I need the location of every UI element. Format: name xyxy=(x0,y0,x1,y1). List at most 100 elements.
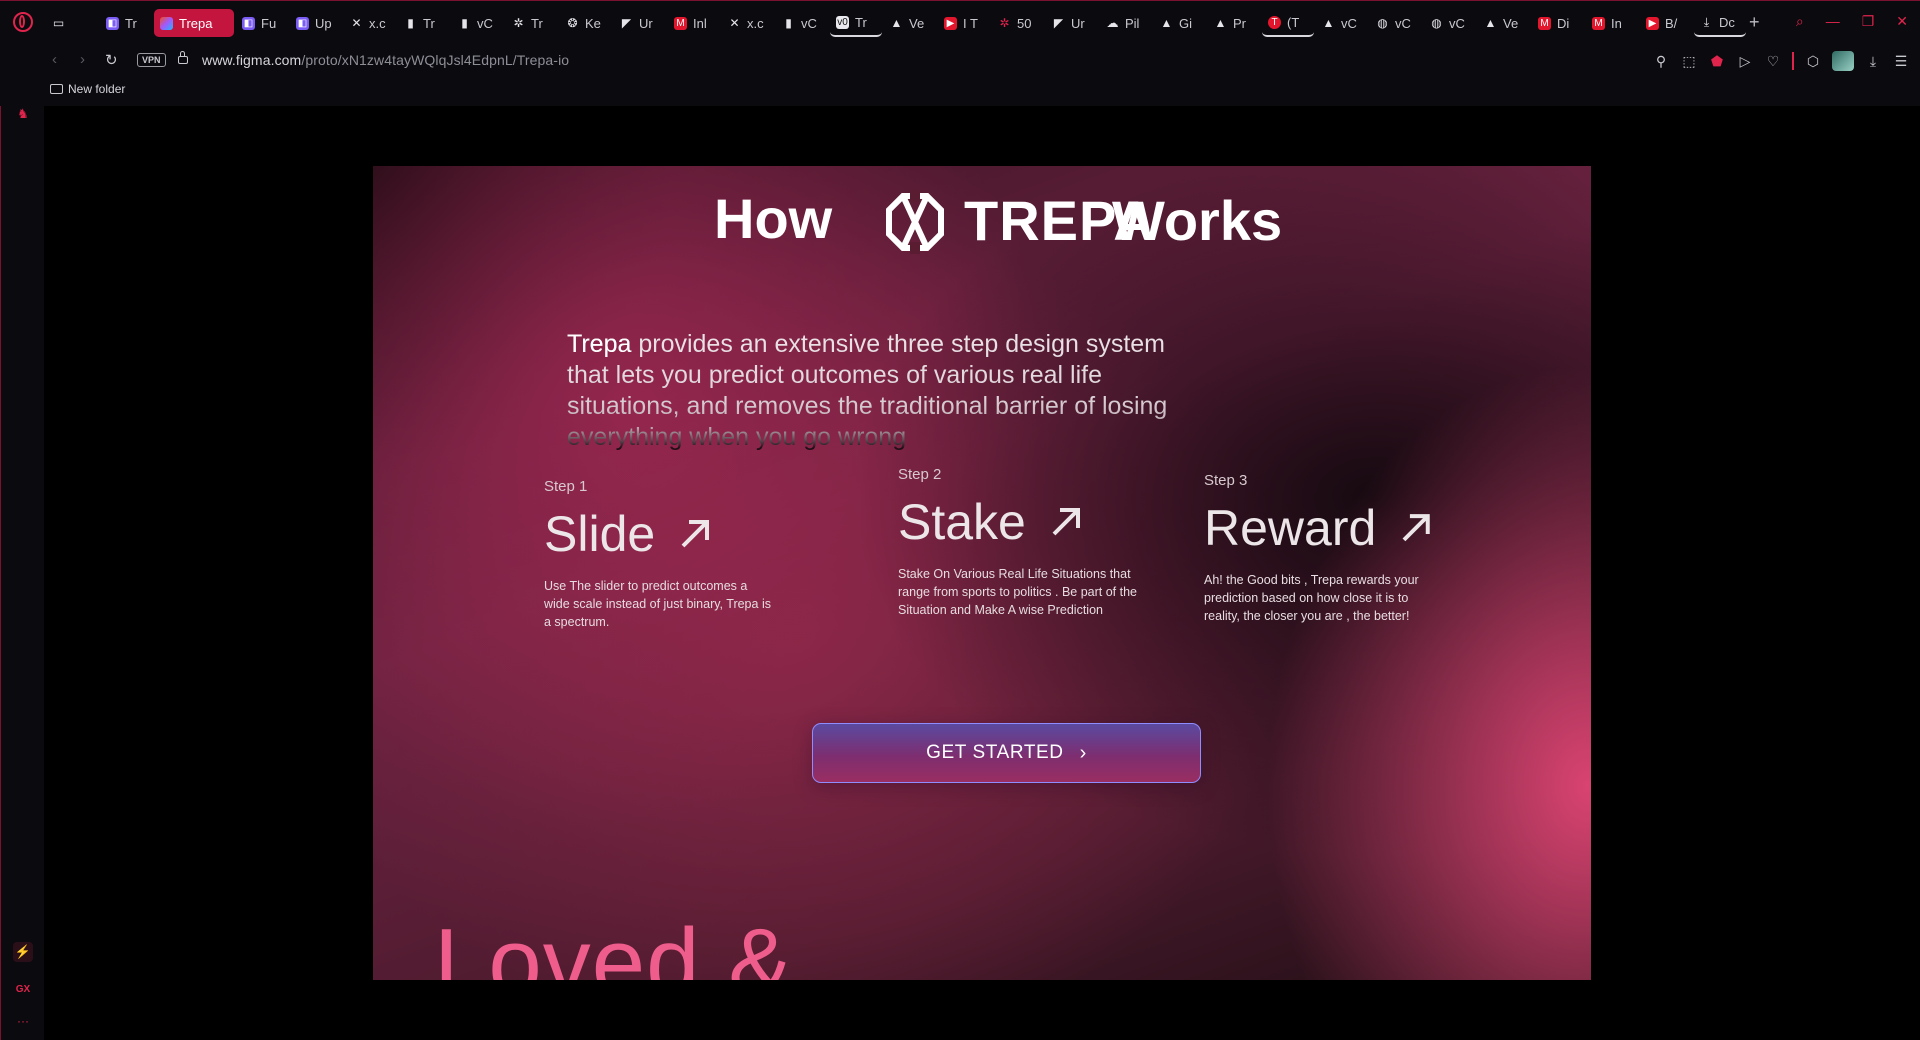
send-icon[interactable]: ▷ xyxy=(1736,52,1754,70)
toolbar-divider xyxy=(1792,52,1794,70)
tab[interactable]: ▲ Ve xyxy=(884,9,936,37)
url-host: www.figma.com xyxy=(202,52,302,68)
extensions-icon[interactable]: ⬡ xyxy=(1804,52,1822,70)
tab-label: Pr xyxy=(1233,15,1246,31)
tab-label: vC xyxy=(477,15,493,31)
step-heading[interactable]: Stake xyxy=(898,493,1138,551)
youtube-icon: ▶ xyxy=(944,16,957,30)
trepa-logo-icon xyxy=(886,190,944,254)
tab-label: Tr xyxy=(423,15,435,31)
tab-label: vC xyxy=(801,15,817,31)
tab[interactable]: ◤ Ur xyxy=(614,9,666,37)
asterisk-icon: ✲ xyxy=(513,15,524,30)
new-tab-button[interactable]: + xyxy=(1749,13,1760,31)
lock-icon[interactable] xyxy=(178,51,188,64)
tab-label: I T xyxy=(963,15,978,31)
url-field[interactable]: www.figma.com/proto/xN1zw4tayWQlqJsl4Edp… xyxy=(202,52,569,68)
tab-label: Tr xyxy=(125,15,137,31)
title-works: Works xyxy=(1112,189,1283,252)
gmail-icon: M xyxy=(1592,16,1605,30)
tab[interactable]: ▮ Tr xyxy=(398,9,450,37)
tab-workspaces[interactable]: ▭ xyxy=(46,9,98,37)
document-icon: ▮ xyxy=(461,15,468,30)
sidebar-more-icon[interactable]: ··· xyxy=(13,1014,33,1028)
opera-menu-icon[interactable] xyxy=(13,12,33,32)
tab[interactable]: v0 Tr xyxy=(830,9,882,37)
tab[interactable]: ▲ Pr xyxy=(1208,9,1260,37)
tab[interactable]: ▮ vC xyxy=(776,9,828,37)
heart-icon[interactable]: ♡ xyxy=(1764,52,1782,70)
tab-label: Ur xyxy=(639,15,653,31)
next-section-heading: Loved & xyxy=(434,909,794,980)
tab[interactable]: ⤓ Dc xyxy=(1694,9,1746,37)
minimize-icon[interactable]: — xyxy=(1826,13,1840,30)
tab[interactable]: ✕ x.c xyxy=(344,9,396,37)
tab-label: Ur xyxy=(1071,15,1085,31)
profile-avatar[interactable] xyxy=(1832,51,1854,71)
reload-icon[interactable]: ↻ xyxy=(105,51,118,69)
step-reward: Step 3 Reward Ah! the Good bits , Trepa … xyxy=(1204,472,1434,625)
get-started-button[interactable]: GET STARTED › xyxy=(812,723,1201,783)
aria-icon[interactable]: ♞ xyxy=(13,106,33,122)
easy-setup-icon[interactable]: ☰ xyxy=(1892,52,1910,70)
tab[interactable]: ▲ Ve xyxy=(1478,9,1530,37)
tab-label: Up xyxy=(315,15,332,31)
bookmark-folder[interactable]: New folder xyxy=(50,82,125,96)
tab[interactable]: ✲ 50 xyxy=(992,9,1044,37)
step-stake: Step 2 Stake Stake On Various Real Life … xyxy=(898,466,1138,619)
tab[interactable]: ✲ Tr xyxy=(506,9,558,37)
cloud-icon: ☁ xyxy=(1106,15,1119,30)
tab-label: vC xyxy=(1449,15,1465,31)
bookmarks-bar: New folder xyxy=(0,78,1920,106)
tab[interactable]: ▶ B/ xyxy=(1640,9,1692,37)
url-path: /proto/xN1zw4tayWQlqJsl4EdpnL/Trepa-io xyxy=(301,52,570,68)
document-icon: ▮ xyxy=(785,15,792,30)
pin-icon[interactable]: ⚲ xyxy=(1652,52,1670,70)
tab[interactable]: ◧ Fu xyxy=(236,9,288,37)
tab[interactable]: M Di xyxy=(1532,9,1584,37)
snapshot-icon[interactable]: ⬚ xyxy=(1680,52,1698,70)
step-heading[interactable]: Reward xyxy=(1204,499,1434,557)
triangle-icon: ▲ xyxy=(1160,15,1173,30)
tab[interactable]: M In xyxy=(1586,9,1638,37)
tab-active-trepa[interactable]: Trepa xyxy=(154,9,234,37)
tab[interactable]: ☁ Pil xyxy=(1100,9,1152,37)
tab[interactable]: M Inl xyxy=(668,9,720,37)
tab[interactable]: ▲ Gi xyxy=(1154,9,1206,37)
tab[interactable]: ◍ vC xyxy=(1424,9,1476,37)
purple-tile-icon: ◧ xyxy=(106,16,119,30)
step-description: Ah! the Good bits , Trepa rewards your p… xyxy=(1204,573,1419,623)
tab[interactable]: ◧ Up xyxy=(290,9,342,37)
gx-corner-icon[interactable]: GX xyxy=(13,984,33,995)
tab-label: Ve xyxy=(909,15,925,31)
vpn-badge[interactable]: VPN xyxy=(137,53,166,67)
step-label: Step 2 xyxy=(898,466,942,483)
figma-prototype-frame: How TREPA Works Trepa provides an extens… xyxy=(373,166,1591,980)
search-tabs-icon[interactable]: ⌕ xyxy=(1796,13,1804,30)
tab-label: (T xyxy=(1287,14,1300,30)
forward-icon[interactable]: › xyxy=(80,51,85,68)
step-slide: Step 1 Slide Use The slider to predict o… xyxy=(544,478,774,631)
back-icon[interactable]: ‹ xyxy=(52,51,57,68)
workspaces-icon: ▭ xyxy=(52,15,65,30)
close-icon[interactable]: ✕ xyxy=(1896,13,1908,30)
tab[interactable]: ◤ Ur xyxy=(1046,9,1098,37)
tab[interactable]: ✕ x.c xyxy=(722,9,774,37)
gx-control-icon[interactable]: ⚡ xyxy=(13,942,33,962)
tab[interactable]: ◧ Tr xyxy=(100,9,152,37)
chevron-right-icon: › xyxy=(1079,742,1087,764)
tab-list: ▭ ◧ Tr Trepa ◧ Fu ◧ Up ✕ x.c ▮ Tr ▮ vC ✲ Tr ❂ Ke… xyxy=(46,9,1746,39)
tab[interactable]: ▮ vC xyxy=(452,9,504,37)
pocket-icon[interactable]: ⬟ xyxy=(1708,52,1726,70)
tab[interactable]: ◍ vC xyxy=(1370,9,1422,37)
tab[interactable]: ▶ I T xyxy=(938,9,990,37)
tab[interactable]: ❂ Ke xyxy=(560,9,612,37)
purple-tile-icon: ◧ xyxy=(242,16,255,30)
tab[interactable]: ▲ vC xyxy=(1316,9,1368,37)
download-icon[interactable]: ⤓ xyxy=(1864,52,1882,70)
tab-label: Tr xyxy=(855,14,867,30)
tab-label: x.c xyxy=(747,15,764,31)
tab[interactable]: T (T xyxy=(1262,9,1314,37)
step-heading[interactable]: Slide xyxy=(544,505,774,563)
restore-icon[interactable]: ❐ xyxy=(1862,13,1875,30)
